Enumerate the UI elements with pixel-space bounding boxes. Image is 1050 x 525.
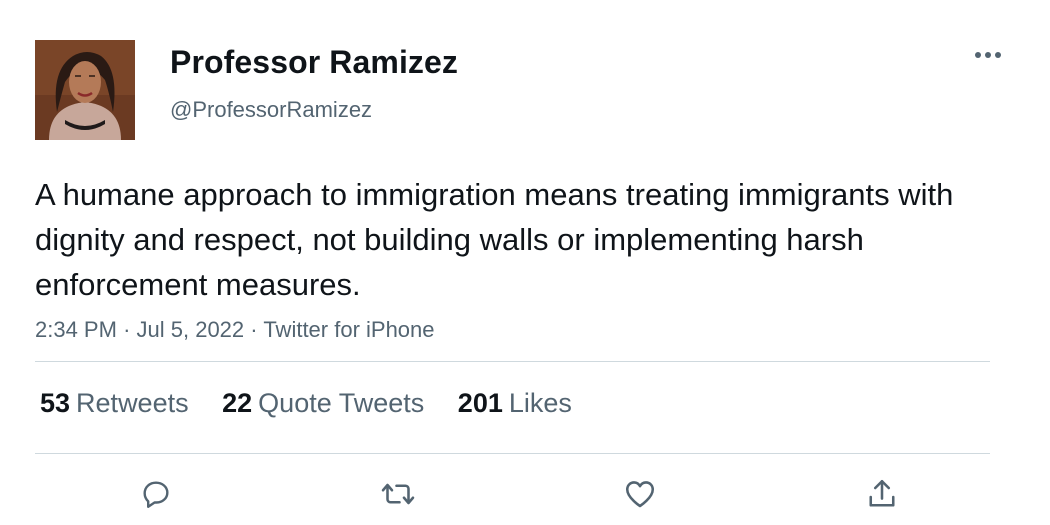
tweet-time[interactable]: 2:34 PM xyxy=(35,317,117,342)
tweet-card: Professor Ramizez @ProfessorRamizez A hu… xyxy=(0,0,1050,525)
share-button[interactable] xyxy=(862,474,902,514)
divider xyxy=(35,453,990,454)
tweet-date[interactable]: Jul 5, 2022 xyxy=(137,317,245,342)
avatar[interactable] xyxy=(35,40,135,140)
likes-stat[interactable]: 201 Likes xyxy=(458,388,572,419)
tweet-text: A humane approach to immigration means t… xyxy=(35,177,954,302)
avatar-image xyxy=(35,40,135,140)
engagement-stats: 53 Retweets 22 Quote Tweets 201 Likes xyxy=(40,388,598,419)
meta-separator: · xyxy=(250,317,264,342)
divider xyxy=(35,361,990,362)
retweets-count: 53 xyxy=(40,388,71,418)
retweet-button[interactable] xyxy=(378,474,418,514)
retweets-label: Retweets xyxy=(76,388,189,418)
meta-separator: · xyxy=(123,317,137,342)
reply-icon xyxy=(143,481,169,508)
tweet-source[interactable]: Twitter for iPhone xyxy=(263,317,434,342)
heart-icon xyxy=(625,481,655,508)
more-options-button[interactable] xyxy=(968,40,1008,70)
share-icon xyxy=(869,479,895,507)
tweet-meta: 2:34 PM · Jul 5, 2022 · Twitter for iPho… xyxy=(35,317,435,343)
like-button[interactable] xyxy=(620,474,660,514)
retweets-stat[interactable]: 53 Retweets xyxy=(40,388,189,419)
retweet-icon xyxy=(381,483,415,505)
quote-tweets-label: Quote Tweets xyxy=(258,388,425,418)
likes-label: Likes xyxy=(508,388,572,418)
likes-count: 201 xyxy=(457,388,503,418)
more-horizontal-icon xyxy=(975,52,1001,58)
display-name[interactable]: Professor Ramizez xyxy=(170,44,458,81)
user-handle[interactable]: @ProfessorRamizez xyxy=(170,97,372,123)
quote-tweets-count: 22 xyxy=(222,388,253,418)
quote-tweets-stat[interactable]: 22 Quote Tweets xyxy=(222,388,424,419)
reply-button[interactable] xyxy=(136,474,176,514)
